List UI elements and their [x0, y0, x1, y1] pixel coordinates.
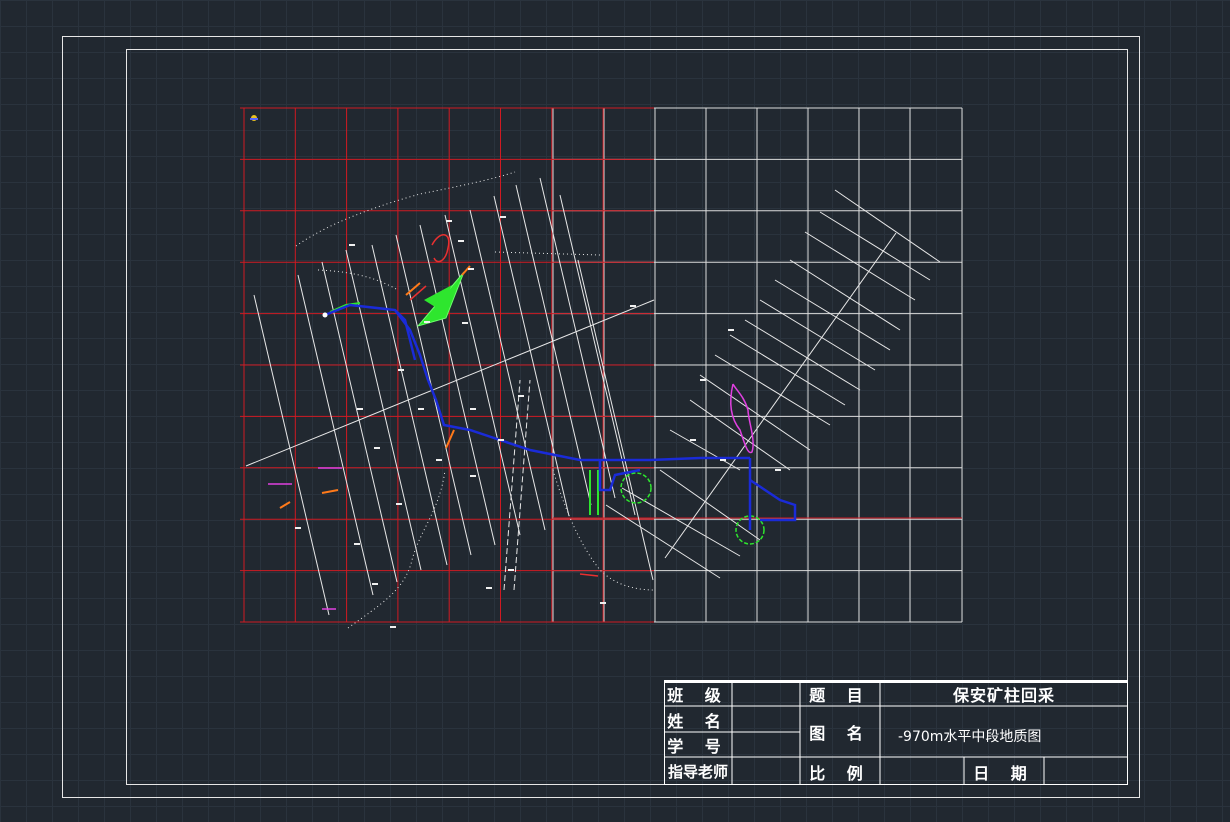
exploration-lines	[253, 177, 941, 616]
dotted-boundary	[295, 171, 656, 629]
name-label: 姓 名	[667, 711, 729, 731]
exploration-line	[659, 469, 761, 541]
orebody-polygons	[329, 271, 765, 545]
long-crossing-lines	[245, 232, 897, 591]
compass-marker-icon	[250, 115, 258, 121]
drawing-name-value: -970m水平中段地质图	[898, 729, 1042, 745]
student-id-label: 学 号	[667, 736, 729, 756]
exploration-line	[699, 374, 811, 451]
exploration-line	[297, 274, 374, 596]
scale-label: 比 例	[809, 763, 871, 783]
date-label: 日 期	[973, 763, 1035, 783]
title-block: 班 级 姓 名 学 号 指导老师 题 目 保安矿柱回采 图 名 -970m水平中…	[664, 680, 1128, 785]
topic-label: 题 目	[809, 686, 871, 705]
exploration-line	[759, 299, 876, 371]
exploration-line	[804, 231, 916, 301]
advisor-label: 指导老师	[667, 763, 728, 781]
class-label: 班 级	[667, 686, 729, 705]
exploration-line	[774, 279, 891, 351]
exploration-line	[834, 189, 941, 263]
exploration-line	[253, 294, 330, 616]
exploration-line	[559, 194, 636, 516]
exploration-line	[819, 211, 931, 281]
survey-point-icon	[322, 312, 328, 318]
exploration-line	[605, 504, 721, 579]
exploration-line	[577, 259, 654, 581]
exploration-line	[689, 399, 791, 471]
drawing-name-label: 图 名	[809, 724, 871, 743]
exploration-line	[669, 429, 741, 471]
topic-value: 保安矿柱回采	[952, 686, 1055, 705]
exploration-line	[789, 259, 901, 331]
